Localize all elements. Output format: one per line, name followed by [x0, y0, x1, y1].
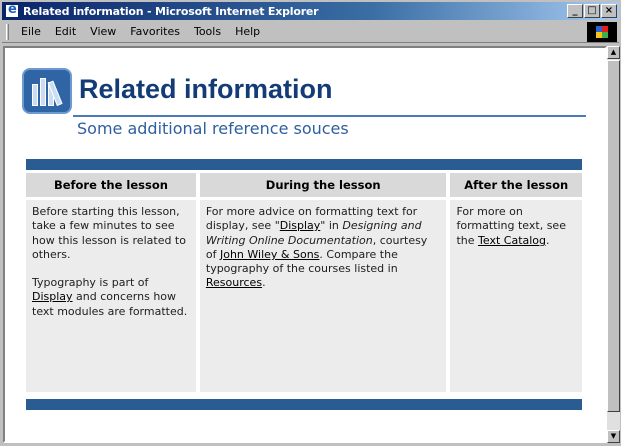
top-band-divider [26, 159, 582, 170]
window-title: Related information - Microsoft Internet… [23, 4, 319, 18]
header-before: Before the lesson [26, 173, 196, 197]
bottom-band-divider [26, 399, 582, 410]
header-after: After the lesson [450, 173, 582, 197]
page-content: Related information Some additional refe… [3, 46, 607, 443]
menu-tools[interactable]: Tools [187, 25, 228, 38]
menu-help[interactable]: Help [228, 25, 267, 38]
resources-link[interactable]: Resources [206, 276, 262, 289]
cell-during: For more advice on formatting text for d… [199, 200, 447, 392]
menu-favorites[interactable]: Favorites [123, 25, 187, 38]
john-wiley-link[interactable]: John Wiley & Sons [220, 248, 319, 261]
browser-window: Related information - Microsoft Internet… [0, 0, 621, 446]
menu-edit[interactable]: Edit [48, 25, 83, 38]
cell-after: For more on formatting text, see the Tex… [450, 200, 582, 392]
text: Typography is part of [32, 276, 149, 290]
text-catalog-link[interactable]: Text Catalog [478, 234, 546, 247]
toolbar-grip[interactable] [6, 23, 9, 40]
header-during: During the lesson [199, 173, 447, 197]
display-link[interactable]: Display [280, 219, 321, 232]
before-paragraph-2: Typography is part of Display and concer… [32, 276, 190, 319]
menu-bar: Eile Edit View Favorites Tools Help [2, 21, 619, 43]
before-paragraph: Before starting this lesson, take a few … [32, 205, 186, 261]
close-button[interactable]: × [601, 4, 617, 18]
text: . [546, 233, 550, 247]
ie-icon [5, 2, 19, 18]
after-paragraph: For more on formatting text, see the Tex… [456, 205, 576, 248]
menu-view[interactable]: View [83, 25, 123, 38]
scroll-down-icon[interactable]: ▼ [607, 430, 620, 443]
windows-logo-icon [587, 22, 617, 42]
cell-before: Before starting this lesson, take a few … [26, 200, 196, 392]
during-paragraph: For more advice on formatting text for d… [206, 205, 441, 291]
text: " in [320, 219, 343, 233]
text: . [262, 276, 266, 290]
lesson-table: Before the lesson During the lesson Afte… [26, 173, 582, 398]
scroll-thumb[interactable] [607, 60, 620, 412]
title-divider [73, 115, 586, 117]
menu-file[interactable]: Eile [14, 25, 48, 38]
page-title: Related information [79, 74, 333, 104]
window-controls: _ □ × [566, 4, 617, 18]
maximize-button[interactable]: □ [584, 4, 600, 18]
minimize-button[interactable]: _ [567, 4, 583, 18]
title-bar[interactable]: Related information - Microsoft Internet… [2, 2, 619, 20]
scroll-up-icon[interactable]: ▲ [607, 46, 620, 59]
display-link[interactable]: Display [32, 290, 73, 303]
books-icon [22, 68, 72, 114]
vertical-scrollbar[interactable]: ▲ ▼ [607, 46, 620, 443]
page-subtitle: Some additional reference souces [77, 119, 349, 138]
